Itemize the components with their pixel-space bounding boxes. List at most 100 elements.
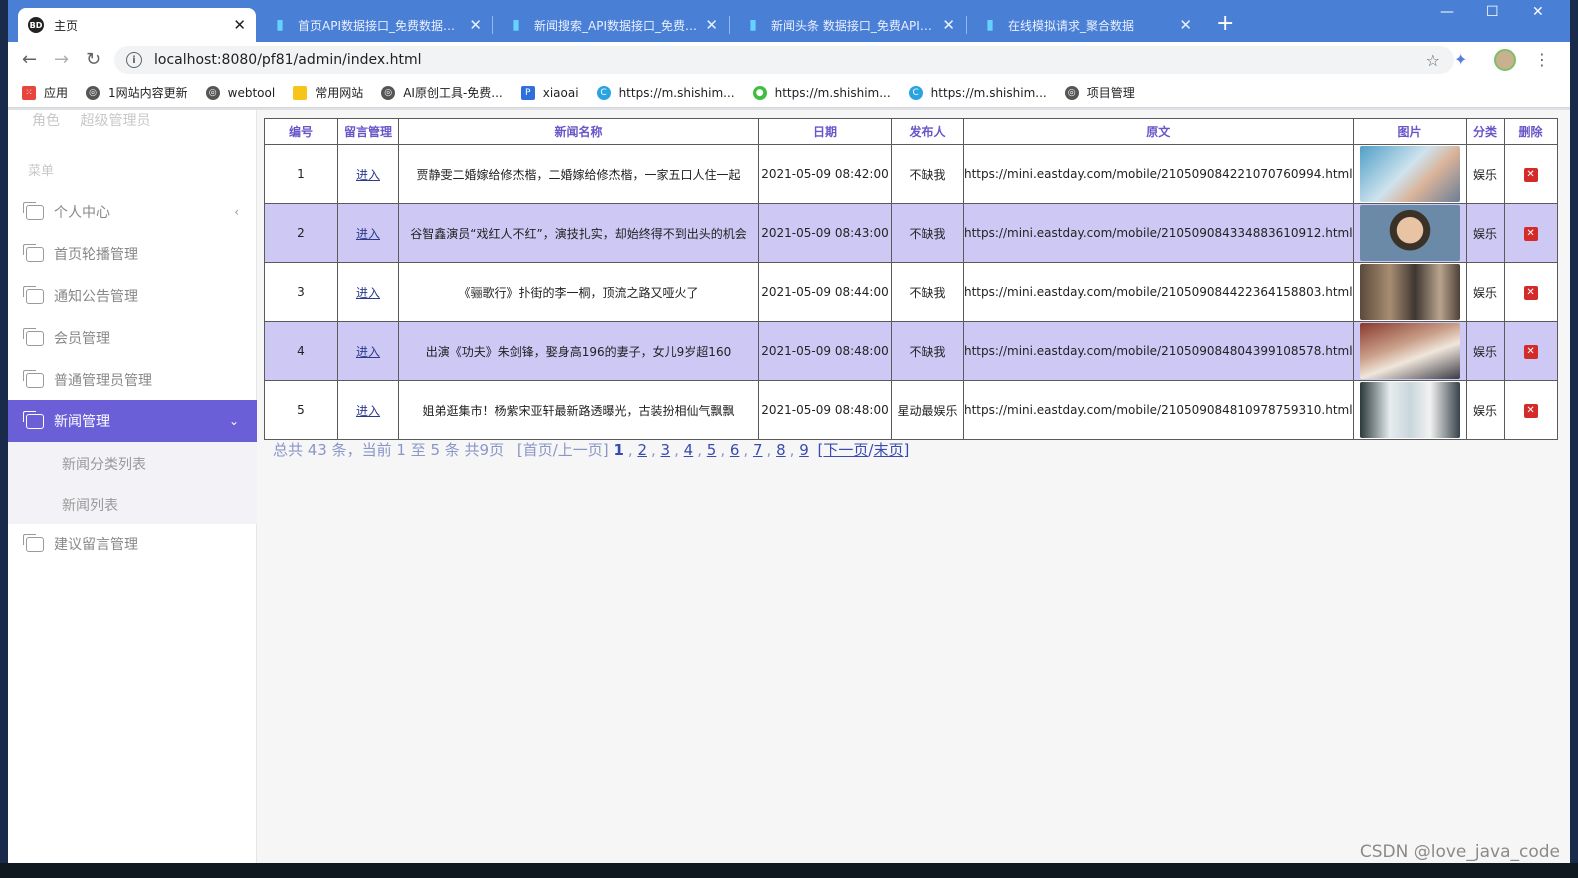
cell-id: 4 (264, 321, 338, 381)
news-thumbnail (1359, 205, 1460, 261)
next-page-link[interactable]: 下一页 (823, 441, 868, 459)
url-text[interactable]: localhost:8080/pf81/admin/index.html (154, 52, 421, 68)
globe-icon: ◎ (381, 85, 396, 100)
bookmark-apps[interactable]: ⁙ 应用 (22, 84, 68, 101)
cell-action: 进入 (337, 262, 399, 322)
cell-image (1352, 144, 1467, 204)
window-frame-left (0, 0, 8, 878)
maximize-button[interactable]: ☐ (1486, 4, 1499, 20)
tab-news-search[interactable]: ▮ 新闻搜索_API数据接口_免费数据 ✕ (498, 8, 728, 42)
sidebar-item-members[interactable]: 会员管理 (8, 318, 257, 358)
browser-menu-icon[interactable]: ⋮ (1534, 50, 1550, 69)
forward-icon[interactable]: → (54, 50, 69, 70)
close-tab-icon[interactable]: ✕ (705, 16, 718, 34)
close-window-button[interactable]: ✕ (1532, 4, 1544, 20)
baidu-icon: BD (28, 17, 44, 33)
role-value: 超级管理员 (80, 113, 151, 129)
close-tab-icon[interactable]: ✕ (233, 16, 246, 34)
address-bar[interactable]: i localhost:8080/pf81/admin/index.html ☆ (114, 46, 1454, 74)
page-link[interactable]: 2 (637, 441, 647, 459)
cell-title: 贾静雯二婚嫁给修杰楷，二婚嫁给修杰楷，一家五口人住一起 (398, 144, 759, 204)
minimize-button[interactable]: — (1440, 4, 1454, 20)
cell-author: 不缺我 (891, 203, 964, 263)
page-link[interactable]: 1 (613, 441, 623, 459)
bookmark-item[interactable]: ◎ 项目管理 (1064, 84, 1135, 101)
tab-news-headline[interactable]: ▮ 新闻头条 数据接口_免费API接口 ✕ (735, 8, 965, 42)
enter-link[interactable]: 进入 (356, 286, 380, 300)
page-link[interactable]: 8 (776, 441, 786, 459)
enter-link[interactable]: 进入 (356, 168, 380, 182)
cell-image (1352, 321, 1467, 381)
delete-icon[interactable]: ✕ (1523, 168, 1538, 182)
page-link[interactable]: 7 (753, 441, 763, 459)
page-link[interactable]: 6 (730, 441, 740, 459)
watermark: CSDN @love_java_code (1359, 842, 1560, 862)
reload-icon[interactable]: ↻ (86, 50, 101, 70)
juhe-icon: ▮ (512, 17, 520, 33)
bookmark-folder[interactable]: 常用网站 (293, 84, 363, 101)
role-label: 角色 (32, 113, 60, 129)
back-icon[interactable]: ← (22, 50, 37, 70)
cell-category: 娱乐 (1465, 321, 1505, 381)
delete-icon[interactable]: ✕ (1523, 404, 1538, 418)
cell-date: 2021-05-09 08:48:00 (758, 380, 892, 440)
last-page-link[interactable]: 末页 (873, 441, 903, 459)
delete-icon[interactable]: ✕ (1523, 345, 1538, 359)
sidebar-item-admins[interactable]: 普通管理员管理 (8, 360, 257, 400)
submenu-item-news-list[interactable]: 新闻列表 (62, 495, 118, 515)
enter-link[interactable]: 进入 (356, 404, 380, 418)
site-info-icon[interactable]: i (126, 52, 142, 68)
enter-link[interactable]: 进入 (356, 227, 380, 241)
cell-delete: ✕ (1503, 321, 1558, 381)
cell-category: 娱乐 (1465, 262, 1505, 322)
table-row: 5 进入 姐弟逛集市！杨紫宋亚轩最新路透曝光，古装扮相仙气飘飘 2021-05-… (264, 380, 1558, 440)
delete-icon[interactable]: ✕ (1523, 286, 1538, 300)
cell-category: 娱乐 (1465, 203, 1505, 263)
page-link[interactable]: 4 (684, 441, 694, 459)
cell-url: https://mini.eastday.com/mobile/21050908… (963, 203, 1354, 263)
cell-url: https://mini.eastday.com/mobile/21050908… (963, 144, 1354, 204)
tab-home[interactable]: BD 主页 ✕ (18, 8, 256, 42)
bookmark-item[interactable]: ◎ 1网站内容更新 (86, 84, 188, 101)
tab-title: 新闻头条 数据接口_免费API接口 (771, 18, 935, 33)
close-tab-icon[interactable]: ✕ (469, 16, 482, 34)
extension-icon[interactable]: ✦ (1454, 50, 1467, 69)
bookmarks-bar: ⁙ 应用 ◎ 1网站内容更新 ◎ webtool 常用网站 ◎ AI原创工具-免费...… (8, 78, 1570, 108)
copy-icon (23, 243, 44, 262)
sidebar-item-news[interactable]: 新闻管理 ⌄ (8, 400, 257, 442)
cell-image (1352, 380, 1467, 440)
profile-avatar[interactable] (1494, 49, 1516, 71)
bookmark-item[interactable]: Chttps://m.shishim... (908, 85, 1047, 100)
cell-title: 姐弟逛集市！杨紫宋亚轩最新路透曝光，古装扮相仙气飘飘 (398, 380, 759, 440)
tab-api-home[interactable]: ▮ 首页API数据接口_免费数据调用 ✕ (262, 8, 492, 42)
bookmark-item[interactable]: ◎ webtool (205, 85, 275, 100)
browser-chrome: BD 主页 ✕ ▮ 首页API数据接口_免费数据调用 ✕ ▮ 新闻搜索_API数… (8, 0, 1570, 110)
cell-date: 2021-05-09 08:48:00 (758, 321, 892, 381)
new-tab-button[interactable]: + (1216, 12, 1234, 36)
page-link[interactable]: 5 (707, 441, 717, 459)
submenu-item-news-categories[interactable]: 新闻分类列表 (62, 454, 146, 474)
bookmark-item[interactable]: Chttps://m.shishim... (596, 85, 735, 100)
window-frame-right (1570, 0, 1578, 878)
sidebar-item-notice[interactable]: 通知公告管理 (8, 276, 257, 316)
copy-icon (23, 327, 44, 346)
enter-link[interactable]: 进入 (356, 345, 380, 359)
cell-title: 出演《功夫》朱剑锋，娶身高196的妻子，女儿9岁超160 (398, 321, 759, 381)
bookmark-item[interactable]: ● https://m.shishim... (752, 85, 891, 100)
page-link[interactable]: 9 (799, 441, 809, 459)
close-tab-icon[interactable]: ✕ (942, 16, 955, 34)
sidebar-item-label: 首页轮播管理 (54, 247, 138, 263)
bookmark-item[interactable]: ◎ AI原创工具-免费... (381, 84, 503, 101)
sidebar-item-feedback[interactable]: 建议留言管理 (8, 524, 257, 564)
first-prev-link[interactable]: [首页/上一页] (517, 441, 609, 459)
cell-url: https://mini.eastday.com/mobile/21050908… (963, 262, 1354, 322)
close-tab-icon[interactable]: ✕ (1179, 16, 1192, 34)
news-thumbnail (1359, 323, 1460, 379)
page-link[interactable]: 3 (661, 441, 671, 459)
sidebar-item-personal-center[interactable]: 个人中心 ‹ (8, 192, 257, 232)
bookmark-star-icon[interactable]: ☆ (1426, 51, 1440, 70)
bookmark-item[interactable]: Pxiaoai (520, 85, 579, 100)
sidebar-item-carousel[interactable]: 首页轮播管理 (8, 234, 257, 274)
delete-icon[interactable]: ✕ (1523, 227, 1538, 241)
tab-online-request[interactable]: ▮ 在线模拟请求_聚合数据 ✕ (972, 8, 1202, 42)
